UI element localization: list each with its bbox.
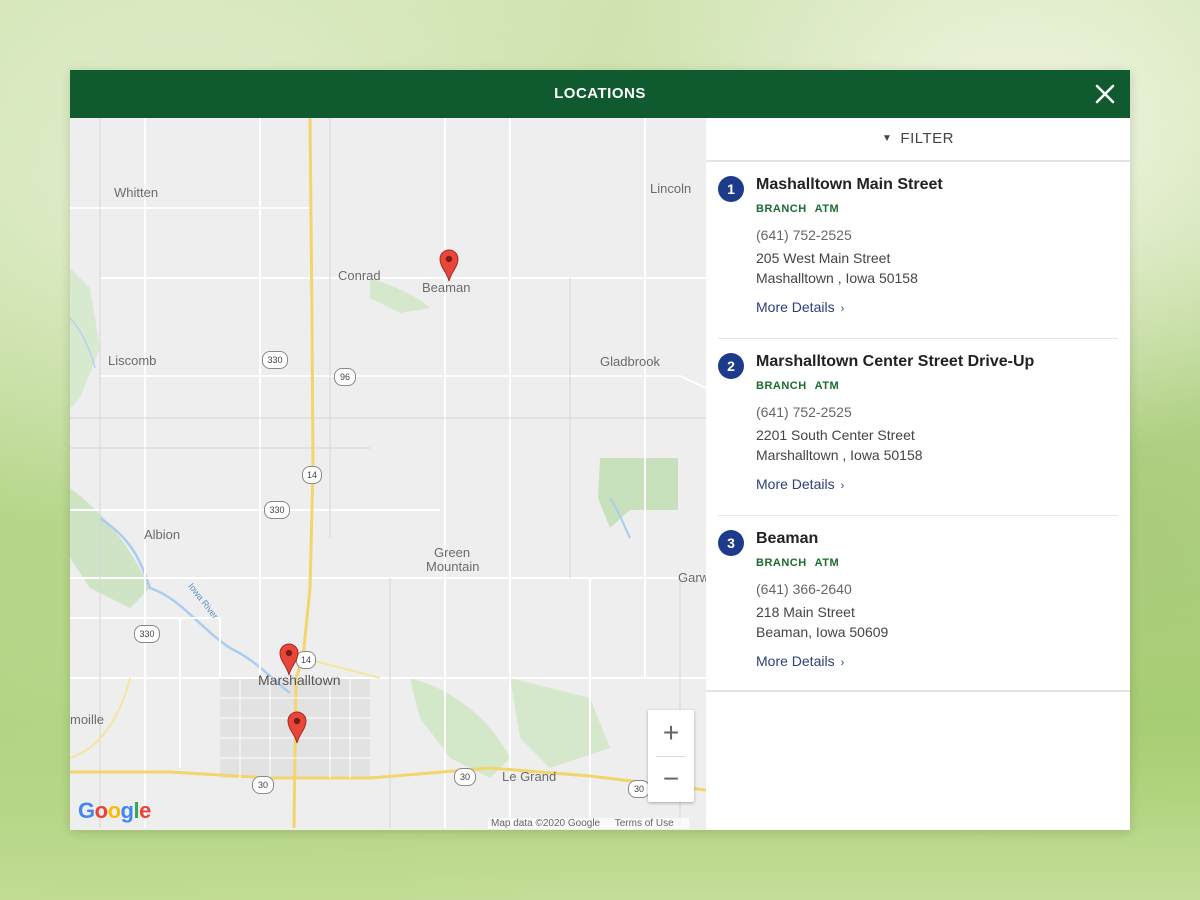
close-icon[interactable] [1092,81,1118,107]
location-item: 1 Mashalltown Main Street BRANCH ATM (641… [718,162,1118,339]
location-name: Marshalltown Center Street Drive-Up [756,353,1035,370]
more-details-link[interactable]: More Details › [756,299,844,315]
highway-shield: 30 [454,768,476,786]
filter-toggle[interactable]: ▼ FILTER [706,118,1130,162]
location-tags: BRANCH ATM [756,380,847,392]
location-address-line1: 2201 South Center Street [756,427,915,443]
highway-shield: 14 [302,466,322,484]
place-label: Beaman [422,280,471,295]
highway-shield: 30 [252,776,274,794]
more-details-label: More Details [756,476,835,492]
place-label: Le Grand [502,769,557,784]
tag-branch: BRANCH [756,203,807,215]
tag-branch: BRANCH [756,380,807,392]
google-logo: Google [78,798,151,823]
filter-label: FILTER [900,130,954,147]
location-phone[interactable]: (641) 752-2525 [756,404,852,420]
zoom-in-button[interactable]: + [648,710,694,756]
zoom-divider [656,756,686,757]
list-end-divider [706,690,1130,692]
place-label: Garw [678,570,706,585]
chevron-down-icon: ▼ [882,133,893,144]
place-label: Mountain [426,559,480,574]
highway-shield: 30 [628,780,650,798]
location-address-line2: Beaman, Iowa 50609 [756,624,889,640]
locations-panel: ▼ FILTER 1 Mashalltown Main Street BRANCH… [706,118,1130,830]
map-data-text: Map data ©2020 Google [491,818,601,829]
location-address-line1: 205 West Main Street [756,250,891,266]
modal-title: LOCATIONS [554,85,646,102]
more-details-label: More Details [756,299,835,315]
location-item: 3 Beaman BRANCH ATM (641) 366-2640 218 Ma… [718,516,1118,692]
modal-header: LOCATIONS [70,70,1130,118]
more-details-link[interactable]: More Details › [756,653,844,669]
location-tags: BRANCH ATM [756,557,847,569]
location-name: Beaman [756,530,819,547]
location-number-badge: 3 [718,530,744,556]
chevron-right-icon: › [840,657,845,669]
location-phone[interactable]: (641) 366-2640 [756,581,852,597]
tag-atm: ATM [814,557,840,569]
highway-shield: 96 [334,368,356,386]
location-address-line2: Marshalltown , Iowa 50158 [756,447,923,463]
location-item: 2 Marshalltown Center Street Drive-Up BR… [718,339,1118,516]
place-label: Gladbrook [600,354,660,369]
location-number-badge: 2 [718,353,744,379]
chevron-right-icon: › [840,480,845,492]
map-pin-icon[interactable] [286,710,308,744]
place-label: moille [70,712,104,727]
zoom-out-button[interactable]: − [648,756,694,802]
location-address-line1: 218 Main Street [756,604,855,620]
chevron-right-icon: › [840,303,845,315]
more-details-label: More Details [756,653,835,669]
more-details-link[interactable]: More Details › [756,476,844,492]
map-pin-icon[interactable] [438,248,460,282]
place-label: Green [434,545,471,560]
map-pin-icon[interactable] [278,642,300,676]
highway-shield: 330 [264,501,290,519]
place-label: Liscomb [108,353,157,368]
tag-atm: ATM [814,380,840,392]
location-name: Mashalltown Main Street [756,176,943,193]
zoom-control: + − [648,710,694,802]
terms-link[interactable]: Terms of Use [615,818,674,829]
location-tags: BRANCH ATM [756,203,847,215]
location-number-badge: 1 [718,176,744,202]
tag-atm: ATM [814,203,840,215]
place-label: Albion [144,527,181,542]
map-roads [70,118,706,829]
place-label: Lincoln [650,181,692,196]
place-label: Whitten [114,185,159,200]
tag-branch: BRANCH [756,557,807,569]
location-address-line2: Mashalltown , Iowa 50158 [756,270,918,286]
map[interactable]: Whitten Lincoln Conrad Beaman Liscomb Gl… [70,118,706,830]
location-phone[interactable]: (641) 752-2525 [756,227,852,243]
place-label: Conrad [338,268,381,283]
highway-shield: 330 [262,351,288,369]
highway-shield: 330 [134,625,160,643]
locations-modal: LOCATIONS Whitten Lincoln Conrad Beaman … [70,70,1130,830]
map-attribution: Map data ©2020 Google Terms of Use [488,818,689,829]
